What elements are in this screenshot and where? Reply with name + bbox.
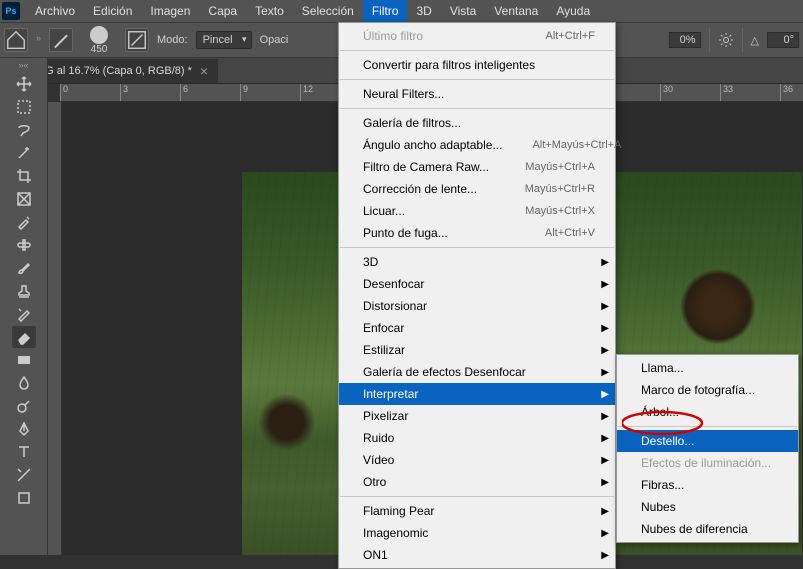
ruler-mark: 6 xyxy=(180,84,240,101)
crop-tool[interactable] xyxy=(12,165,36,187)
menu-3d[interactable]: 3D xyxy=(407,0,440,22)
menu-stylize[interactable]: Estilizar▶ xyxy=(339,339,615,361)
gradient-tool[interactable] xyxy=(12,349,36,371)
heal-tool[interactable] xyxy=(12,234,36,256)
menu-3d[interactable]: 3D▶ xyxy=(339,251,615,273)
separator xyxy=(709,28,710,52)
filter-menu: Último filtroAlt+Ctrl+F Convertir para f… xyxy=(338,22,616,569)
menu-seleccion[interactable]: Selección xyxy=(293,0,363,22)
app-icon: Ps xyxy=(2,2,20,20)
angle-field[interactable]: 0° xyxy=(767,32,799,48)
eyedropper-tool[interactable] xyxy=(12,211,36,233)
submenu-flame[interactable]: Llama... xyxy=(617,357,798,379)
menu-on1[interactable]: ON1▶ xyxy=(339,544,615,566)
menu-noise[interactable]: Ruido▶ xyxy=(339,427,615,449)
menu-flaming-pear[interactable]: Flaming Pear▶ xyxy=(339,500,615,522)
submenu-lens-flare[interactable]: Destello... xyxy=(617,430,798,452)
tool-preset-icon[interactable] xyxy=(49,28,73,52)
menu-blur[interactable]: Desenfocar▶ xyxy=(339,273,615,295)
frame-tool[interactable] xyxy=(12,188,36,210)
menu-video[interactable]: Vídeo▶ xyxy=(339,449,615,471)
submenu-clouds[interactable]: Nubes xyxy=(617,496,798,518)
ruler-mark: 36 xyxy=(780,84,803,101)
percent-field[interactable]: 0% xyxy=(669,32,701,48)
menu-texto[interactable]: Texto xyxy=(246,0,293,22)
move-tool[interactable] xyxy=(12,73,36,95)
submenu-picture-frame[interactable]: Marco de fotografía... xyxy=(617,379,798,401)
ruler-vertical xyxy=(48,102,62,555)
submenu-fibers[interactable]: Fibras... xyxy=(617,474,798,496)
menu-vanishing-point[interactable]: Punto de fuga...Alt+Ctrl+V xyxy=(339,222,615,244)
submenu-lighting-effects[interactable]: Efectos de iluminación... xyxy=(617,452,798,474)
ruler-mark: 33 xyxy=(720,84,780,101)
shape-tool[interactable] xyxy=(12,487,36,509)
menu-neural-filters[interactable]: Neural Filters... xyxy=(339,83,615,105)
marquee-tool[interactable] xyxy=(12,96,36,118)
gear-icon[interactable] xyxy=(718,32,734,48)
opacity-label: Opaci xyxy=(260,34,289,46)
stamp-tool[interactable] xyxy=(12,280,36,302)
submenu-difference-clouds[interactable]: Nubes de diferencia xyxy=(617,518,798,540)
eraser-tool[interactable] xyxy=(12,326,36,348)
lasso-tool[interactable] xyxy=(12,119,36,141)
ruler-mark: 30 xyxy=(660,84,720,101)
mode-label: Modo: xyxy=(157,34,188,46)
brush-size-value: 450 xyxy=(91,44,108,55)
menu-blur-gallery[interactable]: Galería de efectos Desenfocar▶ xyxy=(339,361,615,383)
menu-ventana[interactable]: Ventana xyxy=(485,0,547,22)
menu-edicion[interactable]: Edición xyxy=(84,0,141,22)
menu-other[interactable]: Otro▶ xyxy=(339,471,615,493)
brush-dot-icon xyxy=(90,26,108,44)
separator xyxy=(742,28,743,52)
render-submenu: Llama... Marco de fotografía... Árbol...… xyxy=(616,354,799,543)
pen-tool[interactable] xyxy=(12,418,36,440)
menu-lens-correction[interactable]: Corrección de lente...Mayús+Ctrl+R xyxy=(339,178,615,200)
brush-tool[interactable] xyxy=(12,257,36,279)
menu-pixelate[interactable]: Pixelizar▶ xyxy=(339,405,615,427)
type-tool[interactable] xyxy=(12,441,36,463)
wand-tool[interactable] xyxy=(12,142,36,164)
blur-tool[interactable] xyxy=(12,372,36,394)
menu-filter-gallery[interactable]: Galería de filtros... xyxy=(339,112,615,134)
ruler-mark: 3 xyxy=(120,84,180,101)
menu-last-filter[interactable]: Último filtroAlt+Ctrl+F xyxy=(339,25,615,47)
brush-preview[interactable]: 450 xyxy=(81,25,117,55)
chevron-icon: » xyxy=(36,33,41,43)
menu-vista[interactable]: Vista xyxy=(441,0,485,22)
menu-ayuda[interactable]: Ayuda xyxy=(547,0,599,22)
ruler-mark: 0 xyxy=(60,84,120,101)
brush-panel-icon[interactable] xyxy=(125,28,149,52)
path-tool[interactable] xyxy=(12,464,36,486)
menu-sharpen[interactable]: Enfocar▶ xyxy=(339,317,615,339)
dodge-tool[interactable] xyxy=(12,395,36,417)
history-brush-tool[interactable] xyxy=(12,303,36,325)
mode-select[interactable]: Pincel xyxy=(196,31,252,49)
menu-render[interactable]: Interpretar▶ xyxy=(339,383,615,405)
menu-convert-smart[interactable]: Convertir para filtros inteligentes xyxy=(339,54,615,76)
menu-distort[interactable]: Distorsionar▶ xyxy=(339,295,615,317)
ruler-mark: 9 xyxy=(240,84,300,101)
collapse-icon[interactable]: »« xyxy=(18,60,28,70)
menu-capa[interactable]: Capa xyxy=(199,0,246,22)
menu-adaptive-wide[interactable]: Ángulo ancho adaptable...Alt+Mayús+Ctrl+… xyxy=(339,134,615,156)
submenu-tree[interactable]: Árbol... xyxy=(617,401,798,423)
menu-imagenomic[interactable]: Imagenomic▶ xyxy=(339,522,615,544)
menu-camera-raw[interactable]: Filtro de Camera Raw...Mayús+Ctrl+A xyxy=(339,156,615,178)
close-icon[interactable]: × xyxy=(200,63,208,79)
menu-imagen[interactable]: Imagen xyxy=(141,0,199,22)
menu-archivo[interactable]: Archivo xyxy=(26,0,84,22)
toolbox: »« xyxy=(0,58,48,555)
home-icon[interactable] xyxy=(4,28,28,52)
angle-icon: △ xyxy=(751,34,759,47)
menu-liquify[interactable]: Licuar...Mayús+Ctrl+X xyxy=(339,200,615,222)
menubar: Ps Archivo Edición Imagen Capa Texto Sel… xyxy=(0,0,803,22)
menu-filtro[interactable]: Filtro xyxy=(363,0,408,22)
